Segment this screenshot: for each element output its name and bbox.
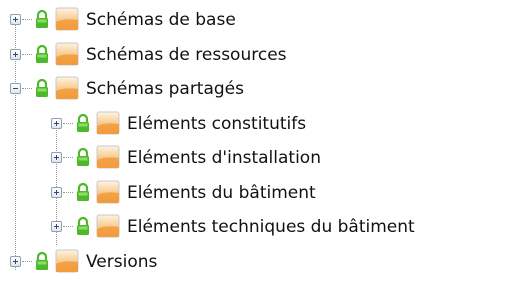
schema-folder-icon [55,7,79,31]
tree-node[interactable]: Versions [0,245,510,281]
tree-node[interactable]: Schémas partagés [0,72,510,108]
expand-plus-icon[interactable] [10,49,21,60]
schema-folder-icon [96,214,120,238]
expand-plus-icon[interactable] [51,221,62,232]
schema-folder-icon [96,111,120,135]
tree-node[interactable]: Schémas de ressources [0,38,510,74]
expand-plus-icon[interactable] [51,187,62,198]
tree-node-label[interactable]: Versions [86,252,157,272]
lock-icon [34,9,50,29]
collapse-minus-icon[interactable] [10,83,21,94]
lock-icon [75,216,91,236]
tree-connector [63,123,73,124]
lock-icon [75,113,91,133]
tree-connector [22,261,32,262]
lock-icon [75,182,91,202]
lock-icon [34,44,50,64]
expand-plus-icon[interactable] [10,14,21,25]
tree-connector [63,226,73,227]
tree-node-label[interactable]: Schémas de base [86,10,236,30]
tree-node-label[interactable]: Eléments constitutifs [127,114,306,134]
lock-icon [75,147,91,167]
tree-node-label[interactable]: Eléments techniques du bâtiment [127,217,415,237]
tree-connector [22,54,32,55]
tree-node[interactable]: Eléments techniques du bâtiment [0,210,510,246]
tree-node-label[interactable]: Schémas de ressources [86,45,287,65]
schema-folder-icon [96,145,120,169]
tree-node[interactable]: Eléments constitutifs [0,107,510,143]
tree-connector [22,88,32,89]
schema-folder-icon [55,76,79,100]
tree-node-label[interactable]: Eléments du bâtiment [127,183,316,203]
tree-node-label[interactable]: Eléments d'installation [127,148,321,168]
lock-icon [34,78,50,98]
tree-node-label[interactable]: Schémas partagés [86,79,244,99]
tree-connector [63,192,73,193]
tree-connector [22,19,32,20]
expand-plus-icon[interactable] [51,152,62,163]
tree-connector [63,157,73,158]
lock-icon [34,251,50,271]
schema-tree: Schémas de base Schémas de ressources Sché… [0,0,510,293]
expand-plus-icon[interactable] [51,118,62,129]
schema-folder-icon [96,180,120,204]
schema-folder-icon [55,42,79,66]
tree-node[interactable]: Eléments du bâtiment [0,176,510,212]
tree-node[interactable]: Schémas de base [0,3,510,39]
expand-plus-icon[interactable] [10,256,21,267]
tree-node[interactable]: Eléments d'installation [0,141,510,177]
schema-folder-icon [55,249,79,273]
